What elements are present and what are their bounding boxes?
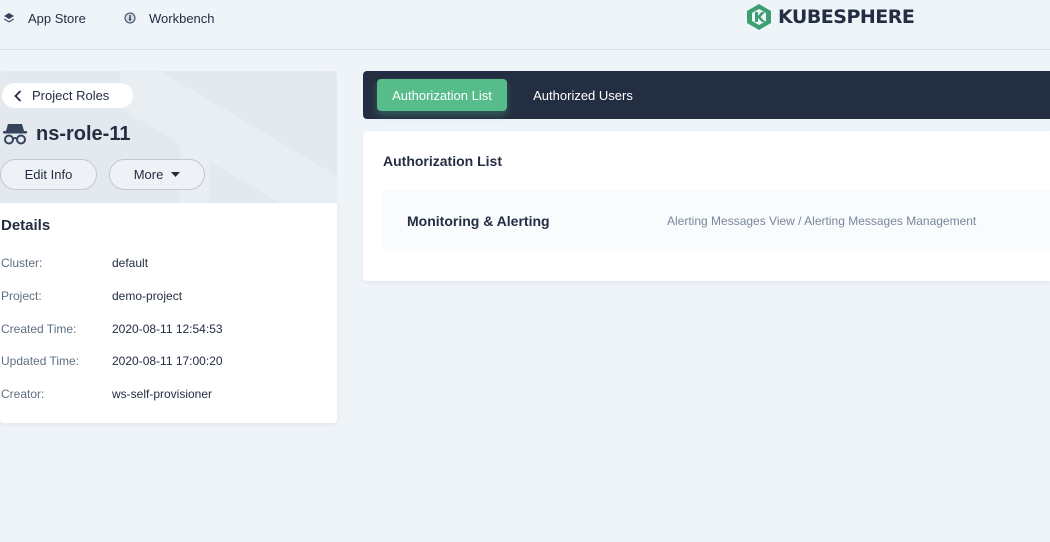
role-title: ns-role-11: [2, 121, 130, 147]
detail-key: Project:: [1, 289, 42, 303]
edit-info-button[interactable]: Edit Info: [0, 159, 97, 190]
detail-row-project: Project: demo-project: [1, 289, 182, 305]
nav-app-store-label: App Store: [28, 10, 86, 26]
nav-app-store[interactable]: App Store: [2, 10, 86, 26]
detail-value: default: [112, 256, 149, 270]
logo-text: KUBESPHERE: [778, 6, 915, 28]
detail-value: demo-project: [112, 289, 183, 303]
authorization-list-title: Authorization List: [383, 153, 502, 169]
edit-info-label: Edit Info: [24, 167, 73, 182]
dashboard-icon: [123, 11, 137, 25]
back-to-project-roles-button[interactable]: Project Roles: [2, 83, 133, 108]
detail-row-created-time: Created Time: 2020-08-11 12:54:53: [1, 322, 223, 338]
back-label: Project Roles: [32, 88, 110, 103]
detail-value: 2020-08-11 17:00:20: [112, 354, 223, 368]
detail-value: 2020-08-11 12:54:53: [112, 322, 223, 336]
detail-row-creator: Creator: ws-self-provisioner: [1, 387, 212, 403]
kubesphere-logo[interactable]: KUBESPHERE: [746, 3, 915, 31]
detail-key: Cluster:: [1, 256, 43, 270]
role-header-card: Project Roles ns-role-11 Edit Info More: [0, 71, 337, 203]
chevron-left-icon: [14, 89, 22, 102]
detail-value: ws-self-provisioner: [112, 387, 213, 401]
caret-down-icon: [171, 172, 181, 177]
detail-row-updated-time: Updated Time: 2020-08-11 17:00:20: [1, 354, 223, 370]
more-label: More: [133, 167, 164, 182]
authorization-item: Monitoring & Alerting Alerting Messages …: [383, 190, 1050, 252]
authorization-permissions: Alerting Messages View / Alerting Messag…: [667, 214, 977, 228]
nav-workbench[interactable]: Workbench: [123, 10, 215, 26]
tab-bar: Authorization List Authorized Users: [363, 71, 1050, 119]
details-title: Details: [1, 217, 51, 234]
more-dropdown-button[interactable]: More: [109, 159, 205, 190]
layers-icon: [2, 11, 16, 25]
kubesphere-logo-icon: [747, 4, 771, 30]
detail-key: Created Time:: [1, 322, 77, 336]
top-navigation-bar: App Store Workbench KUBESPHERE: [0, 0, 1050, 50]
details-card: Details Cluster: default Project: demo-p…: [0, 203, 337, 423]
tab-authorization-list[interactable]: Authorization List: [377, 79, 507, 111]
detail-key: Updated Time:: [1, 354, 80, 368]
authorization-list-card: Authorization List Monitoring & Alerting…: [363, 131, 1050, 281]
role-name: ns-role-11: [36, 122, 131, 145]
detail-row-cluster: Cluster: default: [1, 256, 148, 272]
role-spy-icon: [3, 124, 27, 145]
tab-authorized-users[interactable]: Authorized Users: [523, 79, 643, 111]
nav-workbench-label: Workbench: [149, 10, 215, 26]
authorization-group-name: Monitoring & Alerting: [407, 213, 550, 229]
detail-key: Creator:: [1, 387, 45, 401]
